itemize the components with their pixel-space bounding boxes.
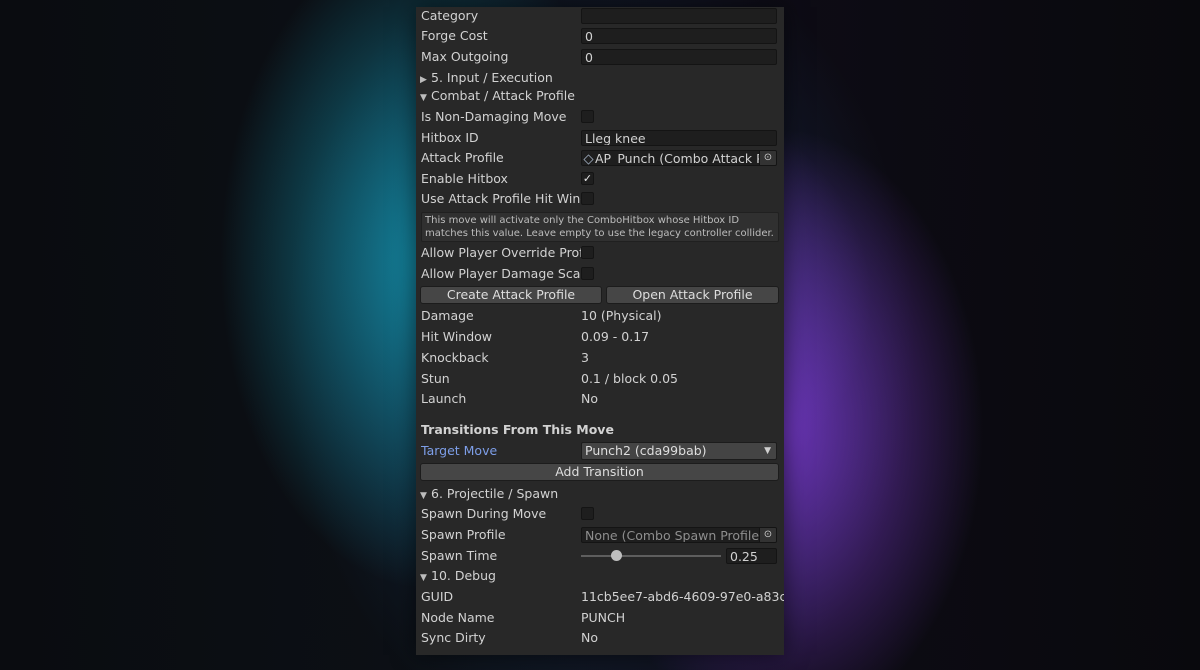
stat-damage-row: Damage 10 (Physical) [416, 306, 784, 326]
non-damaging-label: Is Non-Damaging Move [421, 109, 567, 124]
object-picker-icon[interactable]: ⊙ [759, 528, 776, 542]
debug-sync-dirty-row: Sync Dirty No [416, 628, 784, 648]
enable-hitbox-checkbox[interactable]: ✓ [581, 172, 594, 185]
debug-sync-dirty-value: No [581, 630, 598, 645]
forge-cost-label: Forge Cost [421, 28, 488, 43]
debug-sync-dirty-label: Sync Dirty [421, 630, 486, 645]
max-outgoing-label: Max Outgoing [421, 49, 509, 64]
add-transition-button[interactable]: Add Transition [420, 463, 779, 481]
spawn-profile-label: Spawn Profile [421, 527, 506, 542]
max-outgoing-field[interactable]: 0 [581, 49, 777, 65]
hitbox-id-row: Hitbox ID Lleg knee [416, 128, 784, 148]
help-line-1: This move will activate only the ComboHi… [425, 215, 740, 226]
use-hit-window-label: Use Attack Profile Hit Wind [421, 191, 581, 206]
spawn-time-field[interactable]: 0.25 [726, 548, 777, 564]
transitions-header: Transitions From This Move [421, 422, 614, 437]
create-attack-profile-button[interactable]: Create Attack Profile [420, 286, 602, 304]
allow-damage-scaling-label: Allow Player Damage Scali [421, 266, 581, 281]
transitions-header-row: Transitions From This Move [416, 420, 784, 440]
forge-cost-field[interactable]: 0 [581, 28, 777, 44]
scriptable-object-icon [583, 154, 594, 165]
stat-damage-value: 10 (Physical) [581, 308, 662, 323]
spawn-time-row: Spawn Time 0.25 [416, 546, 784, 566]
enable-hitbox-label: Enable Hitbox [421, 171, 508, 186]
stat-launch-label: Launch [421, 391, 467, 406]
debug-node-name-row: Node Name PUNCH [416, 608, 784, 628]
spawn-time-slider-handle[interactable] [610, 550, 622, 561]
attack-profile-label: Attack Profile [421, 150, 504, 165]
spawn-profile-value: None (Combo Spawn Profile) [585, 528, 764, 543]
section-combat[interactable]: ▼ Combat / Attack Profile [416, 86, 784, 106]
section-projectile-label: 6. Projectile / Spawn [431, 486, 559, 501]
stat-hit-window-label: Hit Window [421, 329, 493, 344]
target-move-value: Punch2 (cda99bab) [585, 443, 707, 458]
caret-down-icon[interactable]: ▼ [420, 568, 431, 588]
stat-stun-value: 0.1 / block 0.05 [581, 371, 679, 386]
section-input-execution[interactable]: ▶ 5. Input / Execution [416, 68, 784, 88]
allow-override-row: Allow Player Override Profi [416, 243, 784, 263]
forge-cost-row: Forge Cost 0 [416, 26, 784, 46]
use-hit-window-row: Use Attack Profile Hit Wind [416, 189, 784, 209]
inspector-panel: Category Forge Cost 0 Max Outgoing 0 ▶ 5.… [416, 7, 784, 655]
stat-launch-row: Launch No [416, 389, 784, 409]
hitbox-id-field[interactable]: Lleg knee [581, 130, 777, 146]
debug-node-name-value: PUNCH [581, 610, 626, 625]
debug-guid-row: GUID 11cb5ee7-abd6-4609-97e0-a83c [416, 587, 784, 607]
attack-profile-object-field[interactable]: AP_Punch (Combo Attack P ⊙ [581, 150, 777, 166]
spawn-during-row: Spawn During Move [416, 504, 784, 524]
section-debug-label: 10. Debug [431, 568, 496, 583]
stat-launch-value: No [581, 391, 598, 406]
spawn-during-checkbox[interactable] [581, 507, 594, 520]
section-debug[interactable]: ▼ 10. Debug [416, 566, 784, 586]
stat-knockback-row: Knockback 3 [416, 348, 784, 368]
allow-override-label: Allow Player Override Profi [421, 245, 581, 260]
non-damaging-checkbox[interactable] [581, 110, 594, 123]
target-move-dropdown[interactable]: Punch2 (cda99bab) ▼ [581, 442, 777, 460]
spawn-during-label: Spawn During Move [421, 506, 547, 521]
caret-down-icon[interactable]: ▼ [420, 486, 431, 506]
section-combat-label: Combat / Attack Profile [431, 88, 575, 103]
spawn-profile-object-field[interactable]: None (Combo Spawn Profile) ⊙ [581, 527, 777, 543]
caret-down-icon[interactable]: ▼ [420, 88, 431, 108]
attack-profile-value: AP_Punch (Combo Attack P [595, 151, 764, 166]
checkmark-icon: ✓ [582, 172, 593, 185]
attack-profile-row: Attack Profile AP_Punch (Combo Attack P … [416, 148, 784, 168]
category-field[interactable] [581, 8, 777, 24]
target-move-row: Target Move Punch2 (cda99bab) ▼ [416, 441, 784, 461]
debug-node-name-label: Node Name [421, 610, 495, 625]
enable-hitbox-row: Enable Hitbox ✓ [416, 169, 784, 189]
target-move-label: Target Move [421, 443, 498, 458]
debug-guid-value: 11cb5ee7-abd6-4609-97e0-a83c [581, 589, 784, 604]
spawn-time-slider-track[interactable] [581, 555, 721, 557]
use-hit-window-checkbox[interactable] [581, 192, 594, 205]
object-picker-icon[interactable]: ⊙ [759, 151, 776, 165]
stat-stun-row: Stun 0.1 / block 0.05 [416, 369, 784, 389]
allow-override-checkbox[interactable] [581, 246, 594, 259]
stat-knockback-label: Knockback [421, 350, 489, 365]
category-label: Category [421, 8, 479, 23]
max-outgoing-row: Max Outgoing 0 [416, 47, 784, 67]
allow-damage-scaling-checkbox[interactable] [581, 267, 594, 280]
debug-guid-label: GUID [421, 589, 454, 604]
section-projectile[interactable]: ▼ 6. Projectile / Spawn [416, 484, 784, 504]
spawn-time-label: Spawn Time [421, 548, 498, 563]
stat-damage-label: Damage [421, 308, 474, 323]
stat-hit-window-value: 0.09 - 0.17 [581, 329, 650, 344]
stat-stun-label: Stun [421, 371, 450, 386]
hitbox-help-box: This move will activate only the ComboHi… [421, 212, 779, 242]
allow-damage-scaling-row: Allow Player Damage Scali [416, 264, 784, 284]
spawn-profile-row: Spawn Profile None (Combo Spawn Profile)… [416, 525, 784, 545]
help-line-2: matches this value. Leave empty to use t… [425, 228, 774, 239]
category-row: Category [416, 7, 784, 26]
section-input-label: 5. Input / Execution [431, 70, 553, 85]
stat-knockback-value: 3 [581, 350, 589, 365]
dropdown-arrow-icon: ▼ [764, 446, 771, 456]
hitbox-id-label: Hitbox ID [421, 130, 479, 145]
non-damaging-row: Is Non-Damaging Move [416, 107, 784, 127]
open-attack-profile-button[interactable]: Open Attack Profile [606, 286, 779, 304]
stat-hit-window-row: Hit Window 0.09 - 0.17 [416, 327, 784, 347]
